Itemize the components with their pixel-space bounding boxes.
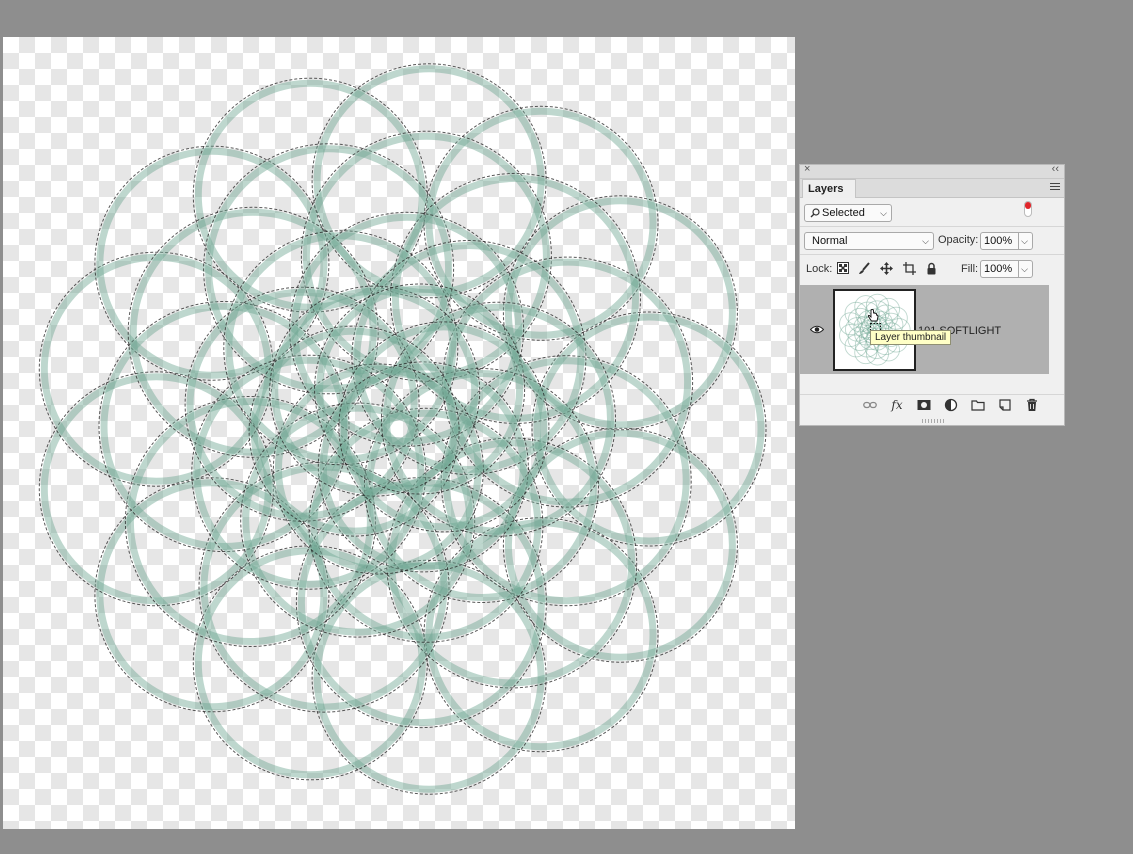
layers-panel: × ‹‹ Layers Selected ⌵ Normal ⌵ Opacity:… [799,163,1065,426]
blend-mode-select[interactable]: Normal ⌵ [804,232,934,250]
fill-input[interactable]: 100% ⌵ [980,260,1033,278]
opacity-value: 100% [984,235,1013,247]
lock-position-icon[interactable] [880,262,893,275]
hand-cursor-icon [867,309,879,322]
opacity-label: Opacity: [938,234,979,246]
layer-row[interactable]: 101 SOFTLIGHT Layer thumbnail [800,285,1049,374]
blend-mode-value: Normal [812,235,848,247]
search-icon [810,208,820,218]
lock-artboard-icon[interactable] [903,262,916,275]
divider [800,254,1064,255]
panel-resize-grip[interactable] [922,419,944,423]
chevron-down-icon[interactable]: ⌵ [1021,261,1028,277]
lock-label: Lock: [806,263,833,275]
add-mask-icon[interactable] [917,398,931,412]
lock-all-icon[interactable] [925,262,938,275]
ring [40,373,272,605]
close-icon[interactable]: × [804,163,810,175]
filter-toggle[interactable] [1024,201,1032,217]
chevron-down-icon: ⌵ [922,236,929,246]
divider [800,226,1064,227]
lock-transparent-pixels-icon[interactable] [837,262,850,275]
panel-menu-icon[interactable] [1050,183,1060,192]
collapse-panel-icon[interactable]: ‹‹ [1052,163,1059,175]
fill-label: Fill: [961,263,979,275]
link-layers-icon[interactable] [863,398,877,412]
fill-value: 100% [984,263,1013,275]
filter-value: Selected [822,207,865,219]
eye-icon[interactable] [810,325,824,334]
layer-filter-select[interactable]: Selected ⌵ [804,204,892,222]
adjustment-layer-icon[interactable] [944,398,958,412]
rosette-artwork [38,63,767,795]
delete-icon[interactable] [1025,398,1039,412]
chevron-down-icon: ⌵ [880,208,887,218]
layer-thumbnail-tooltip: Layer thumbnail [870,330,952,345]
tab-layers[interactable]: Layers [802,179,857,198]
panel-bottom-toolbar: fx [800,395,1064,415]
opacity-input[interactable]: 100% ⌵ [980,232,1033,250]
new-group-icon[interactable] [971,398,985,412]
layer-style-icon[interactable]: fx [890,398,904,412]
new-layer-icon[interactable] [998,398,1012,412]
panel-tab-row: Layers [800,179,1064,198]
lock-image-pixels-icon[interactable] [858,262,871,275]
ring [442,357,690,605]
chevron-down-icon[interactable]: ⌵ [1021,233,1028,249]
document-canvas[interactable] [3,37,795,829]
panel-titlebar: × ‹‹ [800,163,1064,179]
layer-list: 101 SOFTLIGHT Layer thumbnail [800,285,1064,395]
